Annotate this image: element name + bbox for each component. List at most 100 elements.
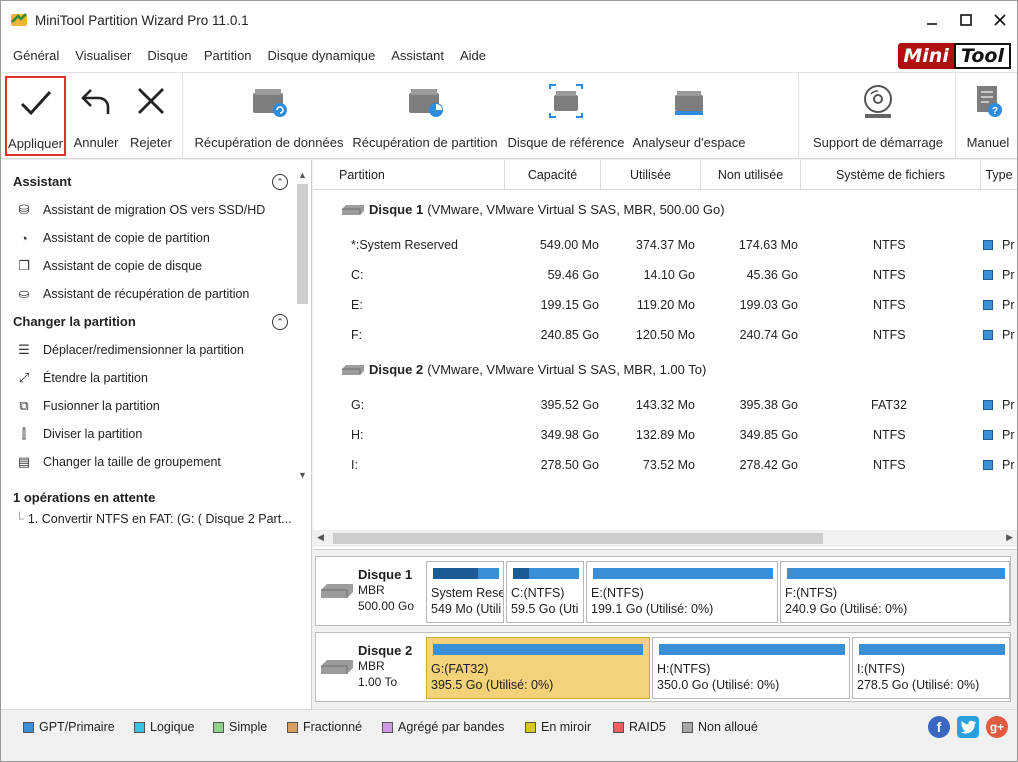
partition-cell: I:: [351, 458, 358, 472]
sidebar-item-split[interactable]: ⫿ Diviser la partition: [15, 424, 142, 444]
scroll-left-arrow-icon[interactable]: ◀: [317, 532, 324, 543]
split-icon: ⫿: [21, 426, 27, 441]
disk-1-partition-segment[interactable]: E:(NTFS) 199.1 Go (Utilisé: 0%): [586, 561, 778, 623]
collapse-wizard-button[interactable]: ⌃: [272, 174, 288, 190]
partition-segment-size: 240.9 Go (Utilisé: 0%): [785, 602, 908, 616]
table-row[interactable]: C: 59.46 Go 14.10 Go 45.36 Go NTFS Pr: [313, 260, 1017, 290]
type-cell: Pr: [1002, 428, 1015, 442]
scroll-down-arrow-icon[interactable]: ▼: [298, 470, 307, 480]
menu-visualiser[interactable]: Visualiser: [67, 39, 139, 73]
table-row[interactable]: E: 199.15 Go 119.20 Mo 199.03 Go NTFS Pr: [313, 290, 1017, 320]
column-partition[interactable]: Partition: [313, 160, 505, 190]
bootable-media-button[interactable]: Support de démarrage: [809, 73, 947, 159]
menu-disque[interactable]: Disque: [139, 39, 195, 73]
disk-1-partition-segment[interactable]: C:(NTFS) 59.5 Go (Uti: [506, 561, 584, 623]
sidebar-item-copy-disk[interactable]: ❐ Assistant de copie de disque: [15, 256, 202, 276]
pending-operation-label: 1. Convertir NTFS en FAT: (G: ( Disque 2…: [27, 512, 292, 526]
table-row[interactable]: H: 349.98 Go 132.89 Mo 349.85 Go NTFS Pr: [313, 420, 1017, 450]
menu-disque-dynamique[interactable]: Disque dynamique: [260, 39, 384, 73]
minimize-button[interactable]: [915, 1, 949, 39]
table-row[interactable]: *:System Reserved 549.00 Mo 374.37 Mo 17…: [313, 230, 1017, 260]
disk-benchmark-icon: [549, 84, 583, 118]
extend-icon: ⤢: [18, 370, 30, 385]
partition-segment-size: 549 Mo (Utili: [431, 602, 502, 616]
menu-aide[interactable]: Aide: [452, 39, 494, 73]
manual-button[interactable]: ? Manuel: [963, 73, 1013, 159]
legend-swatch: [213, 721, 224, 733]
twitter-icon[interactable]: [957, 716, 979, 738]
disk-1-info[interactable]: Disque 1 MBR 500.00 Go: [316, 557, 424, 625]
partition-recovery-button[interactable]: Récupération de partition: [351, 73, 499, 159]
partition-recovery-icon: [409, 89, 443, 117]
sidebar-item-migrate-os[interactable]: ⛁ Assistant de migration OS vers SSD/HD: [15, 200, 266, 220]
menu-assistant[interactable]: Assistant: [383, 39, 452, 73]
sidebar-item-extend[interactable]: ⤢ Étendre la partition: [15, 368, 148, 388]
column-type[interactable]: Type: [981, 160, 1017, 190]
disk-2-info[interactable]: Disque 2 MBR 1.00 To: [316, 633, 424, 701]
type-cell: Pr: [1002, 328, 1015, 342]
sidebar-scrollbar[interactable]: ▲ ▼: [295, 170, 310, 480]
disk-1-header-row[interactable]: Disque 1 (VMware, VMware Virtual S SAS, M…: [341, 202, 725, 217]
filesystem-cell: NTFS: [873, 238, 906, 252]
disk-1-partition-segment[interactable]: F:(NTFS) 240.9 Go (Utilisé: 0%): [780, 561, 1010, 623]
data-recovery-label: Récupération de données: [194, 135, 344, 150]
close-button[interactable]: [983, 1, 1017, 39]
column-unused[interactable]: Non utilisée: [701, 160, 801, 190]
scroll-up-arrow-icon[interactable]: ▲: [298, 170, 307, 180]
table-row[interactable]: I: 278.50 Go 73.52 Mo 278.42 Go NTFS Pr: [313, 450, 1017, 480]
table-horizontal-scrollbar[interactable]: ◀ ▶: [313, 530, 1017, 547]
pending-operation-item[interactable]: └ 1. Convertir NTFS en FAT: (G: ( Disque …: [15, 512, 292, 526]
used-cell: 14.10 Go: [643, 268, 695, 282]
sidebar-item-merge[interactable]: ⧉ Fusionner la partition: [15, 396, 159, 416]
sidebar-item-label: Étendre la partition: [43, 371, 148, 385]
partition-usage-bar: [513, 568, 579, 579]
column-filesystem[interactable]: Système de fichiers: [801, 160, 981, 190]
filesystem-cell: FAT32: [871, 398, 907, 412]
discard-button[interactable]: Rejeter: [125, 73, 177, 159]
unused-cell: 349.85 Go: [739, 428, 798, 442]
menu-partition[interactable]: Partition: [196, 39, 260, 73]
google-plus-icon[interactable]: g+: [986, 716, 1008, 738]
primary-type-icon: [983, 430, 993, 440]
sidebar-item-cluster-size[interactable]: ▤ Changer la taille de groupement: [15, 452, 221, 472]
table-row-selected[interactable]: G: 395.52 Go 143.32 Mo 395.38 Go FAT32 P…: [313, 390, 1017, 420]
disk-2-partition-segment-selected[interactable]: G:(FAT32) 395.5 Go (Utilisé: 0%): [426, 637, 650, 699]
partition-usage-bar: [659, 644, 845, 655]
sidebar-item-copy-partition[interactable]: ◔ Assistant de copie de partition: [15, 228, 210, 248]
benchmark-button[interactable]: Disque de référence: [506, 73, 626, 159]
facebook-icon[interactable]: f: [928, 716, 950, 738]
sidebar-item-move-resize[interactable]: ☰ Déplacer/redimensionner la partition: [15, 340, 244, 360]
apply-label: Appliquer: [8, 136, 63, 151]
apply-button[interactable]: Appliquer: [5, 76, 66, 156]
data-recovery-button[interactable]: Récupération de données: [194, 73, 344, 159]
filesystem-cell: NTFS: [873, 458, 906, 472]
column-used[interactable]: Utilisée: [601, 160, 701, 190]
maximize-button[interactable]: [949, 1, 983, 39]
legend-swatch: [287, 721, 298, 733]
undo-button[interactable]: Annuler: [71, 73, 121, 159]
legend-simple: Simple: [213, 720, 267, 734]
table-row[interactable]: F: 240.85 Go 120.50 Mo 240.74 Go NTFS Pr: [313, 320, 1017, 350]
collapse-change-button[interactable]: ⌃: [272, 314, 288, 330]
table-scroll-thumb[interactable]: [333, 533, 823, 544]
scroll-right-arrow-icon[interactable]: ▶: [1006, 532, 1013, 543]
menu-general[interactable]: Général: [5, 39, 67, 73]
space-analyzer-button[interactable]: Analyseur d'espace: [631, 73, 747, 159]
disk-1-map[interactable]: Disque 1 MBR 500.00 Go System Rese 549 M…: [315, 556, 1011, 626]
legend-bar: GPT/Primaire Logique Simple Fractionné A…: [1, 709, 1017, 761]
discard-label: Rejeter: [130, 135, 172, 150]
partition-segment-label: E:(NTFS): [591, 586, 644, 600]
disk-2-partition-segment[interactable]: I:(NTFS) 278.5 Go (Utilisé: 0%): [852, 637, 1010, 699]
table-header: Partition Capacité Utilisée Non utilisée…: [313, 160, 1017, 190]
disk-2-partition-segment[interactable]: H:(NTFS) 350.0 Go (Utilisé: 0%): [652, 637, 850, 699]
sidebar-item-partition-recovery[interactable]: ⛀ Assistant de récupération de partition: [15, 284, 250, 304]
benchmark-label: Disque de référence: [507, 135, 625, 150]
sidebar-scroll-thumb[interactable]: [297, 184, 308, 304]
disk-2-map[interactable]: Disque 2 MBR 1.00 To G:(FAT32) 395.5 Go …: [315, 632, 1011, 702]
disk-1-partition-segment[interactable]: System Rese 549 Mo (Utili: [426, 561, 504, 623]
column-capacity[interactable]: Capacité: [505, 160, 601, 190]
sidebar-item-label: Assistant de copie de partition: [43, 231, 210, 245]
sidebar-item-label: Assistant de récupération de partition: [43, 287, 250, 301]
disk-2-header-row[interactable]: Disque 2 (VMware, VMware Virtual S SAS, M…: [341, 362, 706, 377]
pending-operations-heading: 1 opérations en attente: [13, 490, 156, 505]
